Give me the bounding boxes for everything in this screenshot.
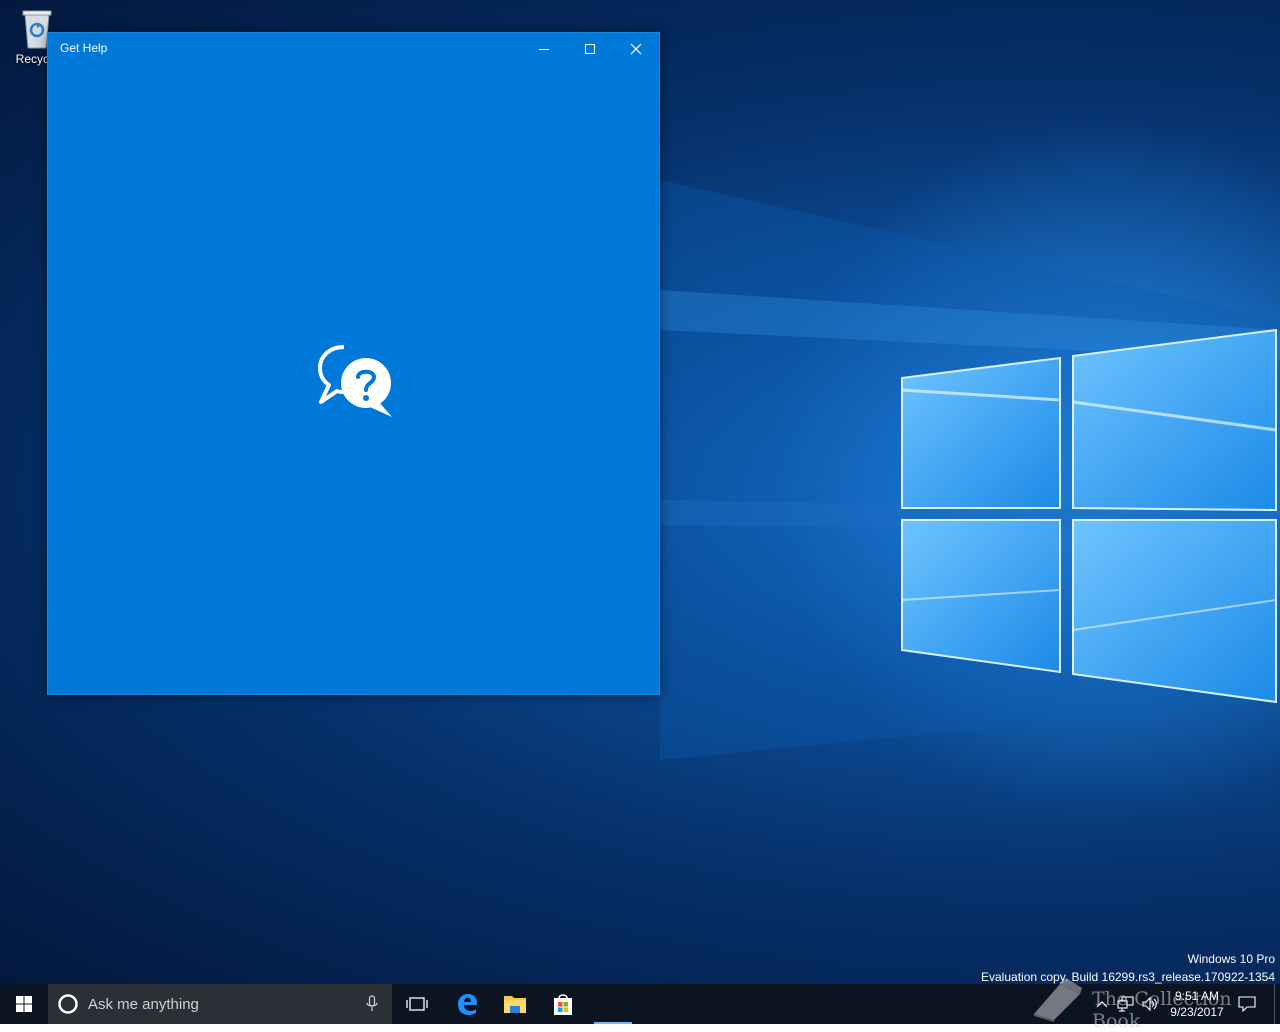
edge-icon: [458, 994, 477, 1015]
window-titlebar[interactable]: Get Help: [48, 33, 659, 64]
task-view-button[interactable]: [394, 984, 440, 1024]
minimize-icon: [539, 48, 549, 50]
store-icon: [554, 994, 572, 1015]
window-title: Get Help: [60, 41, 108, 55]
cortana-icon[interactable]: [48, 984, 88, 1024]
watermark-text: The Collection Book: [1092, 988, 1232, 1032]
close-button[interactable]: [613, 33, 659, 64]
watermark-edition: Windows 10 Pro: [1187, 952, 1275, 966]
collection-book-watermark: The Collection Book: [1030, 972, 1260, 1032]
taskbar-store-button[interactable]: [540, 984, 586, 1024]
search-placeholder[interactable]: Ask me anything: [88, 996, 352, 1013]
maximize-icon: [585, 43, 595, 54]
help-chat-bubbles-icon: [318, 345, 392, 417]
maximize-button[interactable]: [567, 33, 613, 64]
logo-pane-top-left: [901, 356, 1061, 509]
show-desktop-button[interactable]: [1274, 984, 1280, 1024]
taskbar-edge-button[interactable]: [444, 984, 490, 1024]
cortana-search-box[interactable]: Ask me anything: [48, 984, 392, 1024]
minimize-button[interactable]: [521, 33, 567, 64]
microphone-icon[interactable]: [352, 984, 392, 1024]
file-explorer-icon: [504, 996, 526, 1013]
close-icon: [630, 43, 642, 54]
logo-pane-bottom-right: [1072, 519, 1277, 704]
get-help-window[interactable]: Get Help: [47, 32, 660, 695]
book-icon: [1034, 978, 1082, 1022]
logo-pane-top-right: [1072, 328, 1277, 512]
taskbar-file-explorer-button[interactable]: [492, 984, 538, 1024]
start-button[interactable]: [0, 984, 48, 1024]
taskbar-get-help-button[interactable]: [589, 984, 637, 1024]
windows-logo-icon: [16, 996, 32, 1012]
task-view-icon: [406, 997, 428, 1011]
